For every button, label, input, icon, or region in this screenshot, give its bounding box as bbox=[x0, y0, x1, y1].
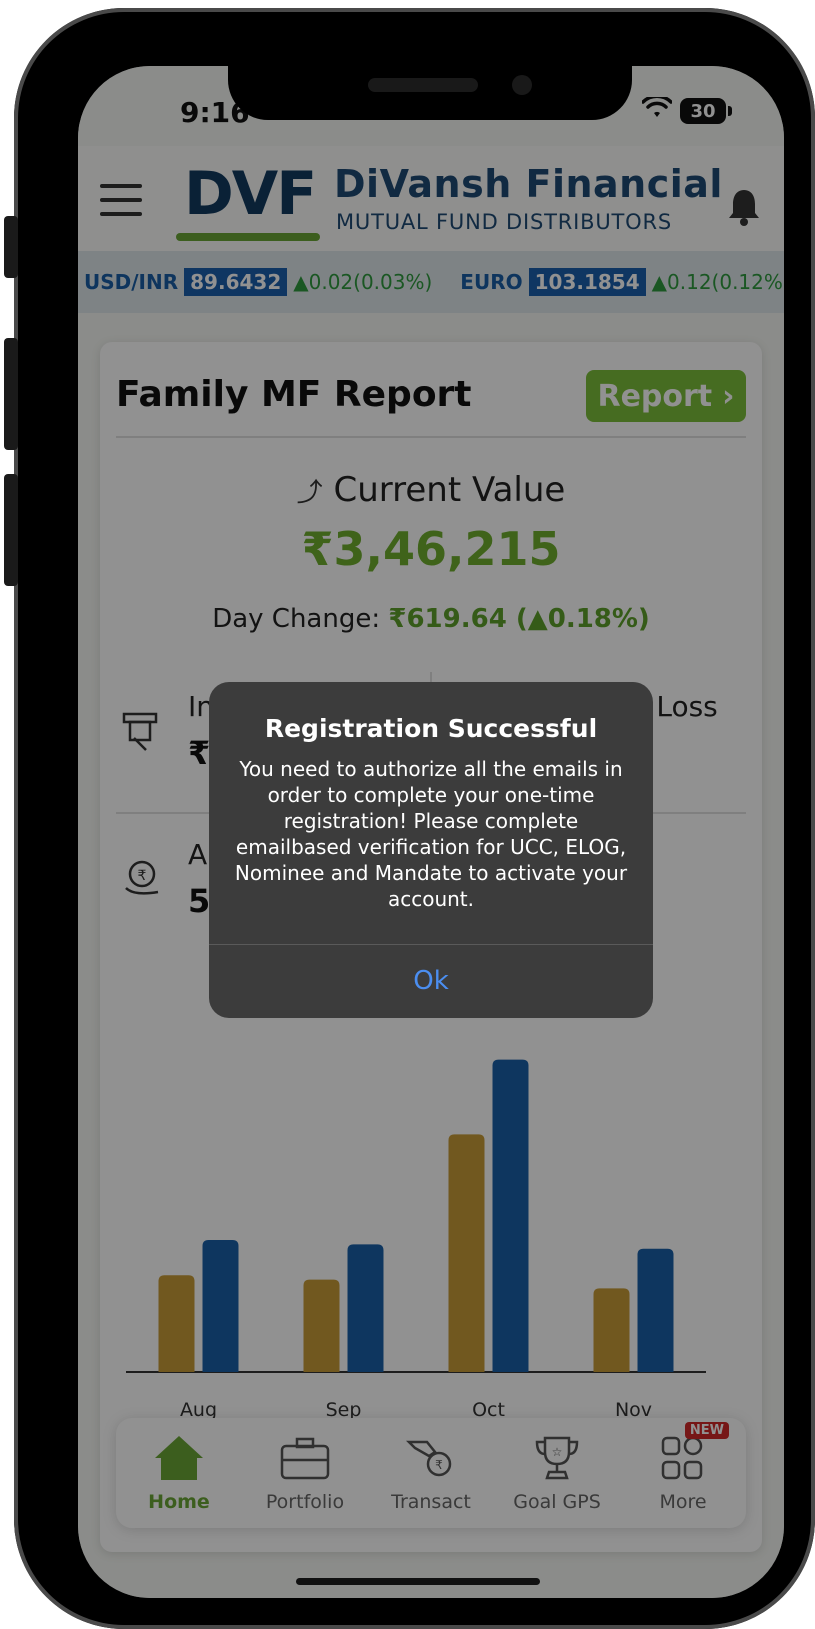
volume-up-button bbox=[4, 338, 18, 450]
alert-title: Registration Successful bbox=[264, 714, 598, 743]
home-indicator[interactable] bbox=[296, 1578, 540, 1585]
alert-message: You need to authorize all the emails in … bbox=[234, 757, 628, 911]
app-screen: 9:16 30 DVF DiVansh Financial MUTUAL FUN… bbox=[78, 66, 784, 1598]
phone-frame: 9:16 30 DVF DiVansh Financial MUTUAL FUN… bbox=[4, 8, 815, 1629]
silent-switch bbox=[4, 216, 18, 278]
volume-down-button bbox=[4, 474, 18, 586]
registration-alert: Registration Successful You need to auth… bbox=[209, 682, 653, 1018]
ok-button[interactable]: Ok bbox=[209, 944, 653, 1018]
